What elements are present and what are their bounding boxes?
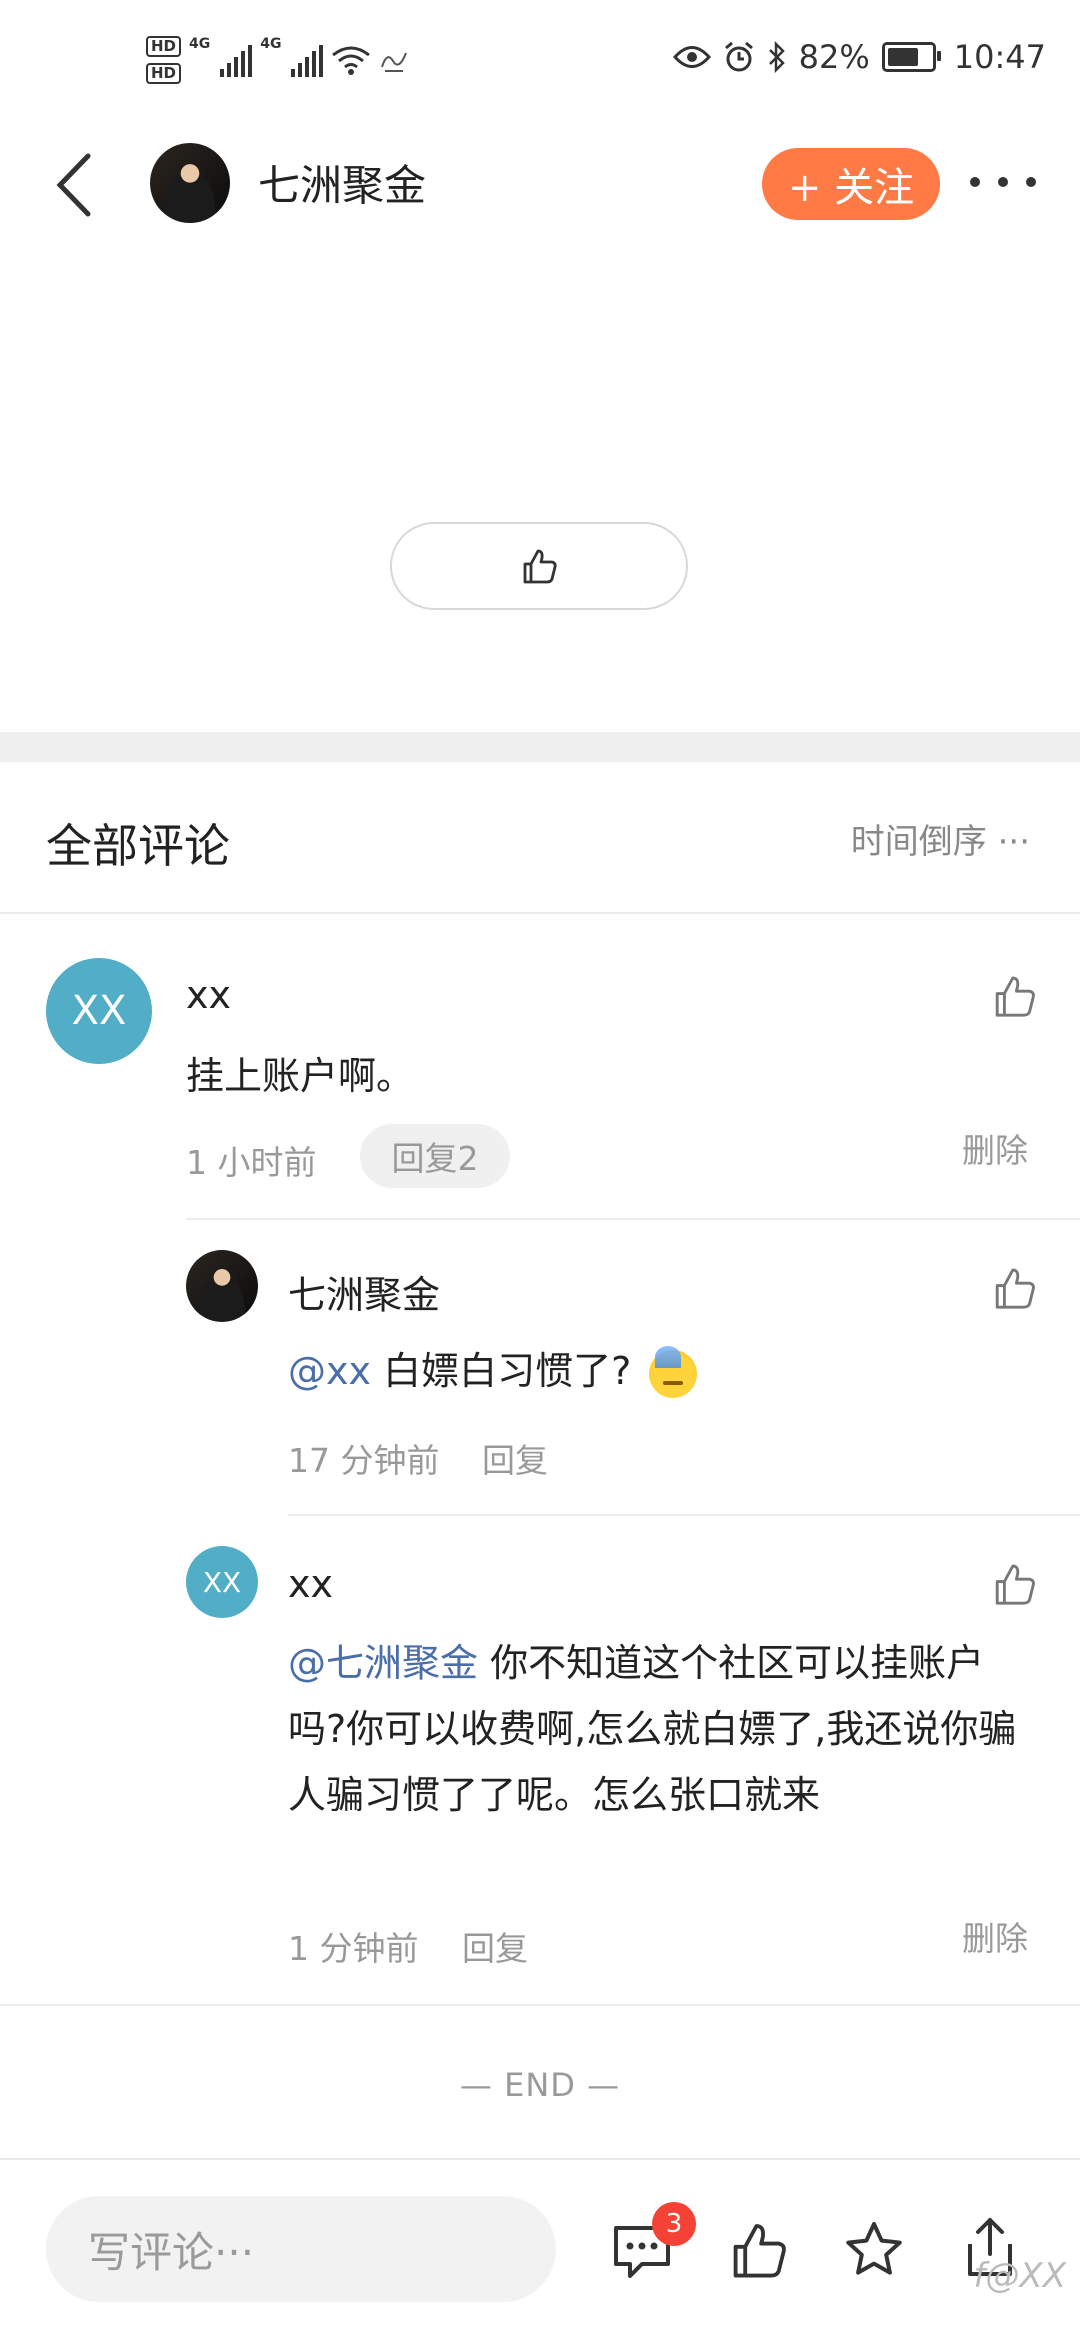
status-bar: HD HD 4G 4G 82% 10:47 (0, 0, 1080, 130)
reply-text: @xx 白嫖白习惯了? (288, 1338, 698, 1404)
battery-icon (881, 42, 941, 72)
status-left-icons: HD HD 4G 4G (146, 36, 409, 84)
dot-icon (970, 177, 980, 187)
article-like-button[interactable] (390, 522, 688, 610)
reply-time: 1 分钟前 (288, 1929, 419, 1968)
section-separator (0, 732, 1080, 762)
back-button[interactable] (52, 150, 102, 220)
wifi-icon (332, 46, 371, 75)
divider (288, 1514, 1080, 1516)
comment-count-badge: 3 (652, 2202, 696, 2246)
thumbs-up-icon (733, 2224, 786, 2278)
reply-author-name[interactable]: 七洲聚金 (288, 1264, 440, 1319)
delete-comment-button[interactable]: 删除 (962, 1124, 1028, 1172)
bluetooth-icon (768, 41, 785, 73)
reply-like-button[interactable] (990, 1264, 1038, 1312)
hd1-icon: HD (146, 36, 182, 57)
alarm-icon (724, 41, 753, 72)
delete-reply-button[interactable]: 删除 (962, 1912, 1028, 1960)
signal-icon (291, 43, 324, 77)
author-name[interactable]: 七洲聚金 (258, 152, 426, 213)
signal-icon (220, 43, 253, 77)
comments-title: 全部评论 (46, 819, 230, 873)
watermark: f@XX (973, 2256, 1066, 2296)
thumbs-up-icon (995, 1564, 1035, 1605)
follow-button[interactable]: + 关注 (762, 148, 940, 220)
reply-avatar[interactable] (186, 1250, 258, 1322)
reply-author-name[interactable]: xx (288, 1562, 333, 1606)
thumbs-up-icon (995, 1268, 1035, 1309)
battery-fill (887, 48, 918, 66)
favorite-button[interactable] (842, 2218, 906, 2282)
battery-percent: 82% (798, 38, 870, 76)
comment-text: 挂上账户啊。 (186, 1054, 415, 1098)
eye-icon (672, 46, 711, 68)
app-notification-icon (381, 52, 408, 72)
star-icon (846, 2222, 902, 2275)
reply-count-button[interactable]: 回复2 (360, 1124, 510, 1188)
dot-icon (1026, 177, 1036, 187)
reply-time: 17 分钟前 (288, 1441, 440, 1480)
reply-button[interactable]: 回复 (462, 1922, 528, 1970)
status-right-icons: 82% 10:47 (672, 38, 1046, 76)
thumbs-up-icon (523, 549, 557, 584)
reply-like-button[interactable] (990, 1560, 1038, 1608)
reply-button[interactable]: 回复 (482, 1434, 548, 1482)
chevron-left-icon (56, 153, 91, 217)
thumbs-up-icon (995, 976, 1035, 1017)
divider (0, 2004, 1080, 2006)
hd2-icon: HD (146, 63, 182, 84)
end-of-list-label: — END — (459, 2066, 621, 2104)
divider (0, 912, 1080, 914)
dot-icon (998, 177, 1008, 187)
comment-input[interactable]: 写评论··· (46, 2196, 556, 2302)
network-label-2: 4G (260, 36, 282, 52)
more-options-button[interactable] (970, 170, 1036, 194)
clock: 10:47 (953, 38, 1046, 76)
sort-order-button[interactable]: 时间倒序 ··· (851, 814, 1030, 863)
divider (186, 1218, 1080, 1220)
mention-link[interactable]: @七洲聚金 (288, 1641, 478, 1685)
hd-icons: HD HD (146, 36, 182, 84)
commenter-avatar[interactable]: XX (46, 958, 152, 1064)
commenter-name[interactable]: xx (186, 973, 231, 1017)
comment-time: 1 小时前 (186, 1143, 317, 1182)
comment-like-button[interactable] (990, 972, 1038, 1020)
network-label-1: 4G (189, 36, 211, 52)
mention-link[interactable]: @xx (288, 1349, 371, 1393)
reply-text: @七洲聚金 你不知道这个社区可以挂账户吗?你可以收费啊,怎么就白嫖了,我还说你骗… (288, 1630, 1028, 1828)
reply-avatar[interactable]: XX (186, 1546, 258, 1618)
sweat-emoji-icon (649, 1345, 698, 1398)
like-button[interactable] (726, 2218, 790, 2282)
reply-body: 白嫖白习惯了? (370, 1349, 632, 1393)
author-avatar[interactable] (150, 143, 230, 223)
